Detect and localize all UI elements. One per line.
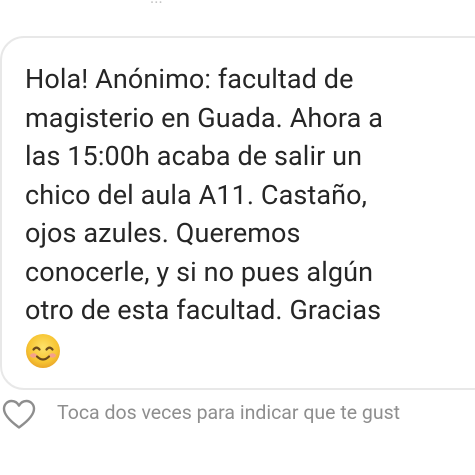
- double-tap-like-hint: Toca dos veces para indicar que te gust: [57, 401, 401, 424]
- message-text: Hola! Anónimo: facultad de magisterio en…: [25, 60, 465, 330]
- message-line: otro de esta facultad. Gracias: [25, 294, 382, 326]
- next-message-cutoff: [160, 466, 240, 475]
- message-line: ojos azules. Queremos: [25, 217, 301, 249]
- like-row: Toca dos veces para indicar que te gust: [0, 396, 475, 436]
- previous-message-cutoff: ...: [150, 0, 163, 7]
- message-line: chico del aula A11. Castaño,: [25, 178, 368, 211]
- message-line: las 15:00h acaba de salir un: [25, 140, 363, 172]
- message-line: magisterio en Guada. Ahora a: [25, 101, 383, 134]
- dm-thread-screen: ... Hola! Anónimo: facultad de magisteri…: [0, 0, 475, 475]
- message-line: conocerle, y si no pues algún: [25, 255, 374, 288]
- message-line: Hola! Anónimo: facultad de: [25, 63, 354, 95]
- smiling-face-emoji-icon: [26, 334, 60, 368]
- heart-outline-icon[interactable]: [1, 398, 37, 430]
